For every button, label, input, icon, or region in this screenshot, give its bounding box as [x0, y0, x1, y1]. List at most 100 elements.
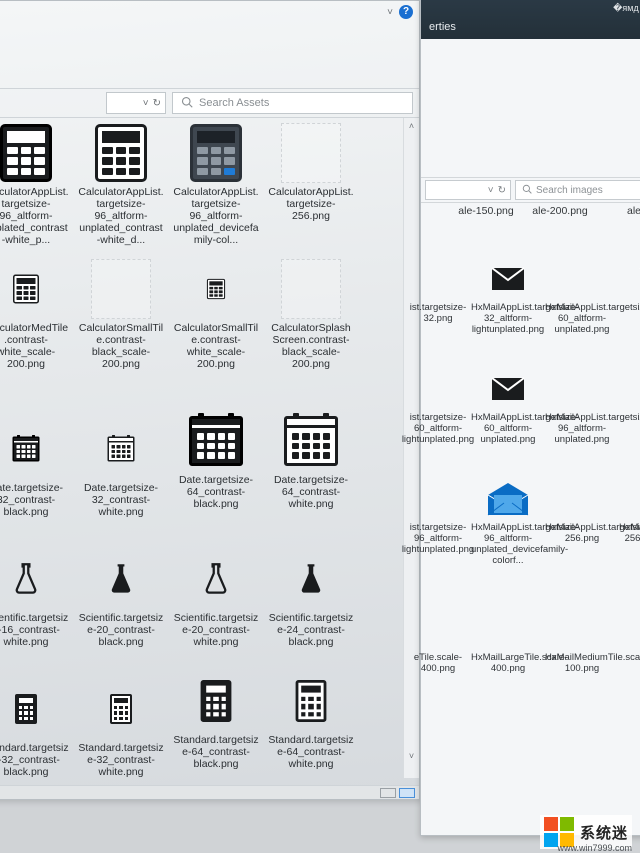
ribbon-tab[interactable]: erties [429, 21, 456, 33]
calendar-icon [13, 437, 40, 462]
calculator-icon [110, 694, 132, 724]
file-label: CalculatorAppList.targetsize-96_altform-… [76, 186, 166, 246]
view-icons-button[interactable] [399, 788, 415, 798]
search-placeholder: Search images [536, 185, 603, 196]
addr-dropdown-icon[interactable]: ˅ [143, 98, 149, 109]
calculator-icon [15, 694, 37, 724]
file-item[interactable]: Standard.targetsize-32_contrast-black.pn… [0, 678, 71, 778]
toolbar-right: ˅ ↻ Search images [421, 177, 640, 203]
file-item[interactable]: HxMailAppList.targetsize-256.png [545, 477, 619, 544]
file-label: HxMa [619, 302, 640, 313]
blank-thumb [636, 369, 640, 409]
chevron-down-icon[interactable]: ˅ [387, 7, 393, 18]
file-label: CalculatorAppList.targetsize-96_altform-… [0, 186, 71, 246]
scrollbar-vertical[interactable]: ˄ ˅ [403, 118, 419, 778]
refresh-icon[interactable]: ↻ [153, 98, 161, 109]
file-item[interactable]: Date.targetsize-64_contrast-black.png [171, 410, 261, 510]
address-bar-right[interactable]: ˅ ↻ [425, 180, 511, 200]
file-item[interactable]: HxMa [619, 367, 640, 423]
search-box-left[interactable]: Search Assets [172, 92, 413, 114]
blank-thumb [418, 369, 458, 409]
file-item[interactable]: HxMailAppList.targetsize-256_altform-lig [619, 477, 640, 544]
calendar-icon [108, 437, 135, 462]
file-item[interactable]: HxMailAppList.targetsize-96_altform-unpl… [545, 367, 619, 445]
search-placeholder: Search Assets [199, 97, 269, 109]
file-item[interactable]: Date.targetsize-32_contrast-black.png [0, 418, 71, 518]
blank-thumb [562, 609, 602, 649]
file-item[interactable]: HxMailAppList.targetsize-60_altform-unpl… [545, 257, 619, 335]
file-item[interactable]: CalculatorAppList.targetsize-96_altform-… [0, 122, 71, 246]
file-item[interactable]: HxMailAppList.targetsize-60_altform-unpl… [471, 367, 545, 445]
live-share-button[interactable]: �ямд Live S [613, 3, 640, 14]
file-item[interactable]: HxMa [619, 607, 640, 663]
file-label: Date.targetsize-64_contrast-white.png [266, 474, 356, 510]
header-cell[interactable]: ale-150.png [449, 205, 523, 223]
blank-thumb [91, 259, 151, 319]
flask-icon [297, 562, 325, 596]
file-item[interactable]: CalculatorAppList.targetsize-96_altform-… [76, 122, 166, 246]
file-item[interactable]: HxMailAppList.targetsize-32_altform-ligh… [471, 257, 545, 335]
calendar-icon [189, 416, 243, 466]
file-label: Standard.targetsize-32_contrast-black.pn… [0, 742, 71, 778]
header-cell[interactable]: ale-200.png [523, 205, 597, 223]
help-icon[interactable]: ? [399, 5, 413, 19]
blank-thumb [418, 479, 458, 519]
scroll-down-icon[interactable]: ˅ [404, 748, 419, 764]
file-item[interactable]: CalculatorSmallTile.contrast-black_scale… [76, 258, 166, 370]
file-item[interactable]: Scientific.targetsize-24_contrast-black.… [266, 548, 356, 648]
header-cell[interactable]: ale [597, 205, 640, 223]
calculator-icon [13, 275, 39, 304]
file-item[interactable]: eTile.scale-400.png [401, 607, 475, 674]
calculator-icon [0, 124, 52, 182]
file-item[interactable]: CalculatorSplashScreen.contrast-black_sc… [266, 258, 356, 370]
calendar-icon [284, 416, 338, 466]
file-item[interactable]: Date.targetsize-64_contrast-white.png [266, 410, 356, 510]
watermark-url: www.win7999.com [557, 843, 632, 853]
file-item[interactable]: CalculatorMedTile.contrast-white_scale-2… [0, 258, 71, 370]
refresh-icon[interactable]: ↻ [498, 185, 506, 196]
file-label: HxMa [619, 412, 640, 423]
file-label: Date.targetsize-32_contrast-white.png [76, 482, 166, 518]
file-item[interactable]: Standard.targetsize-64_contrast-black.pn… [171, 670, 261, 770]
file-item[interactable]: Date.targetsize-32_contrast-white.png [76, 418, 166, 518]
view-details-button[interactable] [380, 788, 396, 798]
file-label: HxMailAppList.targetsize-60_altform-unpl… [471, 412, 545, 445]
file-item[interactable]: HxMailMediumTile.scale-100.png [545, 607, 619, 674]
file-item[interactable]: Scientific.targetsize-16_contrast-white.… [0, 548, 71, 648]
file-label: HxMa [619, 652, 640, 663]
scroll-up-icon[interactable]: ˄ [404, 118, 419, 134]
file-item[interactable]: Scientific.targetsize-20_contrast-black.… [76, 548, 166, 648]
calculator-icon [296, 680, 327, 722]
blank-thumb [281, 123, 341, 183]
blank-thumb [418, 609, 458, 649]
file-item[interactable]: CalculatorAppList.targetsize-256.png [266, 122, 356, 222]
file-label: HxMailAppList.targetsize-32_altform-ligh… [471, 302, 545, 335]
search-box-right[interactable]: Search images [515, 180, 640, 200]
status-bar-left [0, 785, 419, 799]
file-label: HxMailAppList.targetsize-256_altform-lig [619, 522, 640, 544]
file-label: Date.targetsize-64_contrast-black.png [171, 474, 261, 510]
file-item[interactable]: ist.targetsize-96_altform-lightunplated.… [401, 477, 475, 555]
addr-dropdown-icon[interactable]: ˅ [488, 185, 494, 196]
file-label: CalculatorMedTile.contrast-white_scale-2… [0, 322, 71, 370]
blank-thumb [636, 479, 640, 519]
calculator-icon [95, 124, 147, 182]
file-item[interactable]: Scientific.targetsize-20_contrast-white.… [171, 548, 261, 648]
file-item[interactable]: HxMa [619, 257, 640, 313]
file-item[interactable]: ist.targetsize-32.png [401, 257, 475, 324]
file-item[interactable]: HxMailLargeTile.scale-400.png [471, 607, 545, 674]
file-item[interactable]: Standard.targetsize-64_contrast-white.pn… [266, 670, 356, 770]
blank-thumb [636, 609, 640, 649]
file-item[interactable]: ist.targetsize-60_altform-lightunplated.… [401, 367, 475, 445]
titlebar-left: ˅ ? [0, 1, 419, 23]
flask-icon [12, 562, 40, 596]
file-label: CalculatorSmallTile.contrast-white_scale… [171, 322, 261, 370]
file-item[interactable]: Standard.targetsize-32_contrast-white.pn… [76, 678, 166, 778]
file-label: Scientific.targetsize-16_contrast-white.… [0, 612, 71, 648]
file-item[interactable]: CalculatorAppList.targetsize-96_altform-… [171, 122, 261, 246]
address-bar-left[interactable]: ˅ ↻ [106, 92, 166, 114]
file-grid-right: ist.targetsize-32.png HxMailAppList.targ… [421, 227, 640, 835]
file-item[interactable]: CalculatorSmallTile.contrast-white_scale… [171, 258, 261, 370]
calculator-icon [190, 124, 242, 182]
file-item[interactable]: HxMailAppList.targetsize-96_altform-unpl… [471, 477, 545, 566]
